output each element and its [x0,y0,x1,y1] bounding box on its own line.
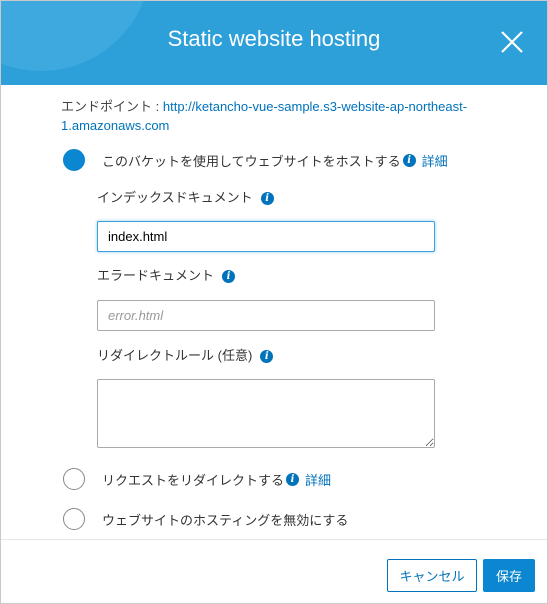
static-website-hosting-dialog: Static website hosting エンドポイント : http://… [0,0,548,604]
error-document-label-row: エラードキュメント i [97,265,236,284]
save-button[interactable]: 保存 [483,559,535,592]
cancel-button[interactable]: キャンセル [387,559,477,592]
index-document-label: インデックスドキュメント [97,190,253,205]
endpoint-text: エンドポイント : http://ketancho-vue-sample.s3-… [61,97,501,135]
error-document-input[interactable] [97,300,435,331]
radio-disable[interactable] [63,508,85,530]
option-disable[interactable]: ウェブサイトのホスティングを無効にする [63,508,348,530]
redirect-details-link[interactable]: 詳細 [305,470,331,489]
info-icon[interactable]: i [260,192,274,206]
option-redirect-label: リクエストをリダイレクトする [102,472,285,488]
index-document-input[interactable] [97,221,435,252]
redirect-rules-label-row: リダイレクトルール (任意) i [97,345,274,364]
redirect-rules-label: リダイレクトルール (任意) [97,348,253,363]
footer-divider [1,539,547,540]
radio-use-bucket[interactable] [63,149,85,171]
radio-redirect[interactable] [63,468,85,490]
info-icon[interactable]: i [286,472,300,486]
option-redirect[interactable]: リクエストをリダイレクトする i 詳細 [63,468,331,490]
option-use-bucket[interactable]: このバケットを使用してウェブサイトをホストする i 詳細 [63,149,448,171]
index-document-label-row: インデックスドキュメント i [97,187,274,206]
dialog-header: Static website hosting [1,1,547,85]
close-icon[interactable] [499,29,525,55]
info-icon[interactable]: i [260,350,274,364]
endpoint-label: エンドポイント : [61,99,160,114]
option-use-bucket-label: このバケットを使用してウェブサイトをホストする [102,153,401,169]
redirect-rules-textarea[interactable] [97,379,435,448]
dialog-title: Static website hosting [167,26,381,51]
use-bucket-details-link[interactable]: 詳細 [422,151,448,170]
option-disable-label: ウェブサイトのホスティングを無効にする [102,512,349,528]
info-icon[interactable]: i [402,153,416,167]
error-document-label: エラードキュメント [97,268,215,283]
info-icon[interactable]: i [222,270,236,284]
